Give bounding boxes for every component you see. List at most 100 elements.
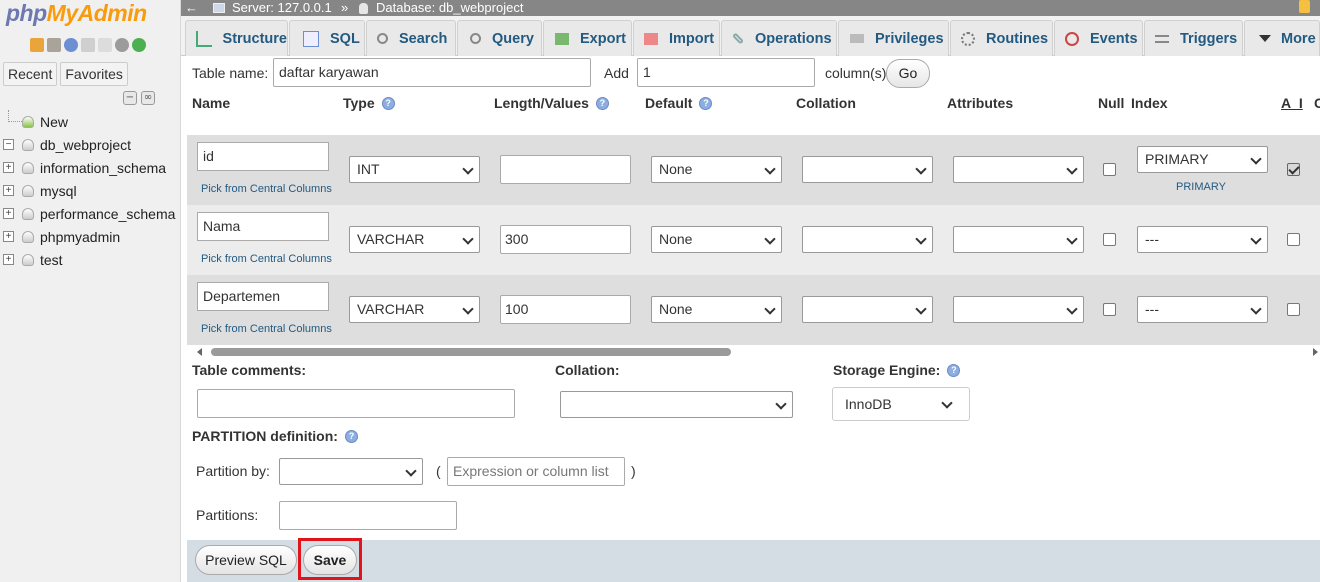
clock-icon [1065,31,1079,46]
index-select[interactable]: PRIMARY [1137,146,1268,173]
auto-increment-checkbox[interactable] [1287,303,1300,316]
column-name-input[interactable]: Departemen [197,282,329,311]
phpmyadmin-logo[interactable]: phpMyAdmin [6,0,147,27]
length-input[interactable]: 300 [500,225,631,254]
help-icon[interactable]: ? [947,363,961,377]
link-with-main-icon[interactable]: ∞ [141,91,155,105]
tab-label: Operations [755,30,832,47]
length-input[interactable] [500,155,631,184]
breadcrumb-server[interactable]: Server: 127.0.0.1 [232,0,332,16]
collapse-icon[interactable]: − [3,139,14,150]
table-comments-input[interactable] [197,389,515,418]
help-icon[interactable] [64,38,78,52]
default-select[interactable]: None [651,226,782,253]
collation-select[interactable] [802,296,933,323]
type-select[interactable]: INT [349,156,480,183]
auto-increment-checkbox[interactable] [1287,163,1300,176]
tree-item-performance-schema[interactable]: + performance_schema [0,202,181,225]
recent-tab[interactable]: Recent [3,62,58,86]
tab-export[interactable]: Export [543,20,632,56]
tree-item-mysql[interactable]: + mysql [0,179,181,202]
type-select[interactable]: VARCHAR [349,296,480,323]
section-label: PARTITION definition: [192,428,338,444]
help-icon[interactable]: ? [595,96,609,110]
copy-icon[interactable] [98,38,112,52]
storage-engine-select[interactable]: InnoDB [832,387,970,421]
null-checkbox[interactable] [1103,303,1116,316]
expand-icon[interactable]: + [3,254,14,265]
tree-item-phpmyadmin[interactable]: + phpmyadmin [0,225,181,248]
tree-item-test[interactable]: + test [0,248,181,271]
attributes-select[interactable] [953,296,1084,323]
tab-structure[interactable]: Structure [185,20,288,56]
scroll-right-icon[interactable] [1313,348,1318,356]
logout-icon[interactable] [47,38,61,52]
header-null: Null [1098,95,1124,111]
partition-by-label: Partition by: [196,463,270,479]
scroll-thumb[interactable] [211,348,731,356]
table-collation-label: Collation: [555,362,620,378]
help-icon[interactable]: ? [344,429,358,443]
attributes-select[interactable] [953,226,1084,253]
type-select[interactable]: VARCHAR [349,226,480,253]
tab-routines[interactable]: Routines [950,20,1053,56]
attributes-select[interactable] [953,156,1084,183]
header-auto-increment[interactable]: A_I [1281,95,1303,111]
tab-more[interactable]: More [1244,20,1320,56]
tab-operations[interactable]: Operations [721,20,837,56]
back-arrow-icon[interactable]: ← [185,0,198,16]
null-checkbox[interactable] [1103,163,1116,176]
null-checkbox[interactable] [1103,233,1116,246]
expand-icon[interactable]: + [3,162,14,173]
logo-php-text: php [6,0,47,26]
index-select[interactable]: --- [1137,226,1268,253]
tree-item-new[interactable]: New [0,110,181,133]
lock-icon[interactable] [1299,0,1310,13]
column-name-input[interactable]: id [197,142,329,171]
header-collation: Collation [796,95,856,111]
query-icon [470,33,481,44]
default-select[interactable]: None [651,156,782,183]
docs-icon[interactable] [81,38,95,52]
index-select[interactable]: --- [1137,296,1268,323]
expand-icon[interactable]: + [3,231,14,242]
default-select[interactable]: None [651,296,782,323]
partition-expression-input[interactable]: Expression or column list [447,457,625,486]
scroll-left-icon[interactable] [197,348,202,356]
favorites-tab[interactable]: Favorites [60,62,128,86]
home-icon[interactable] [30,38,44,52]
expand-icon[interactable]: + [3,208,14,219]
tree-item-db-webproject[interactable]: − db_webproject [0,133,181,156]
go-button[interactable]: Go [886,59,930,88]
horizontal-scrollbar[interactable] [195,346,1320,358]
collation-select[interactable] [802,156,933,183]
help-icon[interactable]: ? [381,96,395,110]
help-icon[interactable]: ? [699,96,713,110]
settings-icon[interactable] [115,38,129,52]
partitions-input[interactable] [279,501,457,530]
tab-events[interactable]: Events [1054,20,1143,56]
auto-increment-checkbox[interactable] [1287,233,1300,246]
table-name-input[interactable]: daftar karyawan [273,58,591,87]
add-columns-input[interactable]: 1 [637,58,815,87]
breadcrumb-database[interactable]: Database: db_webproject [376,0,523,16]
tab-privileges[interactable]: Privileges [838,20,949,56]
tab-triggers[interactable]: Triggers [1144,20,1243,56]
length-input[interactable]: 100 [500,295,631,324]
pick-central-columns-link[interactable]: Pick from Central Columns [201,323,332,335]
expand-icon[interactable]: + [3,185,14,196]
tab-sql[interactable]: SQL [289,20,365,56]
tab-import[interactable]: Import [633,20,720,56]
column-name-input[interactable]: Nama [197,212,329,241]
pick-central-columns-link[interactable]: Pick from Central Columns [201,253,332,265]
table-collation-select[interactable] [560,391,793,418]
reload-icon[interactable] [132,38,146,52]
collation-select[interactable] [802,226,933,253]
tree-item-information-schema[interactable]: + information_schema [0,156,181,179]
tab-query[interactable]: Query [457,20,542,56]
collapse-all-icon[interactable]: − [123,91,137,105]
preview-sql-button[interactable]: Preview SQL [195,545,297,575]
tab-search[interactable]: Search [366,20,456,56]
pick-central-columns-link[interactable]: Pick from Central Columns [201,183,332,195]
partition-by-select[interactable] [279,458,423,485]
